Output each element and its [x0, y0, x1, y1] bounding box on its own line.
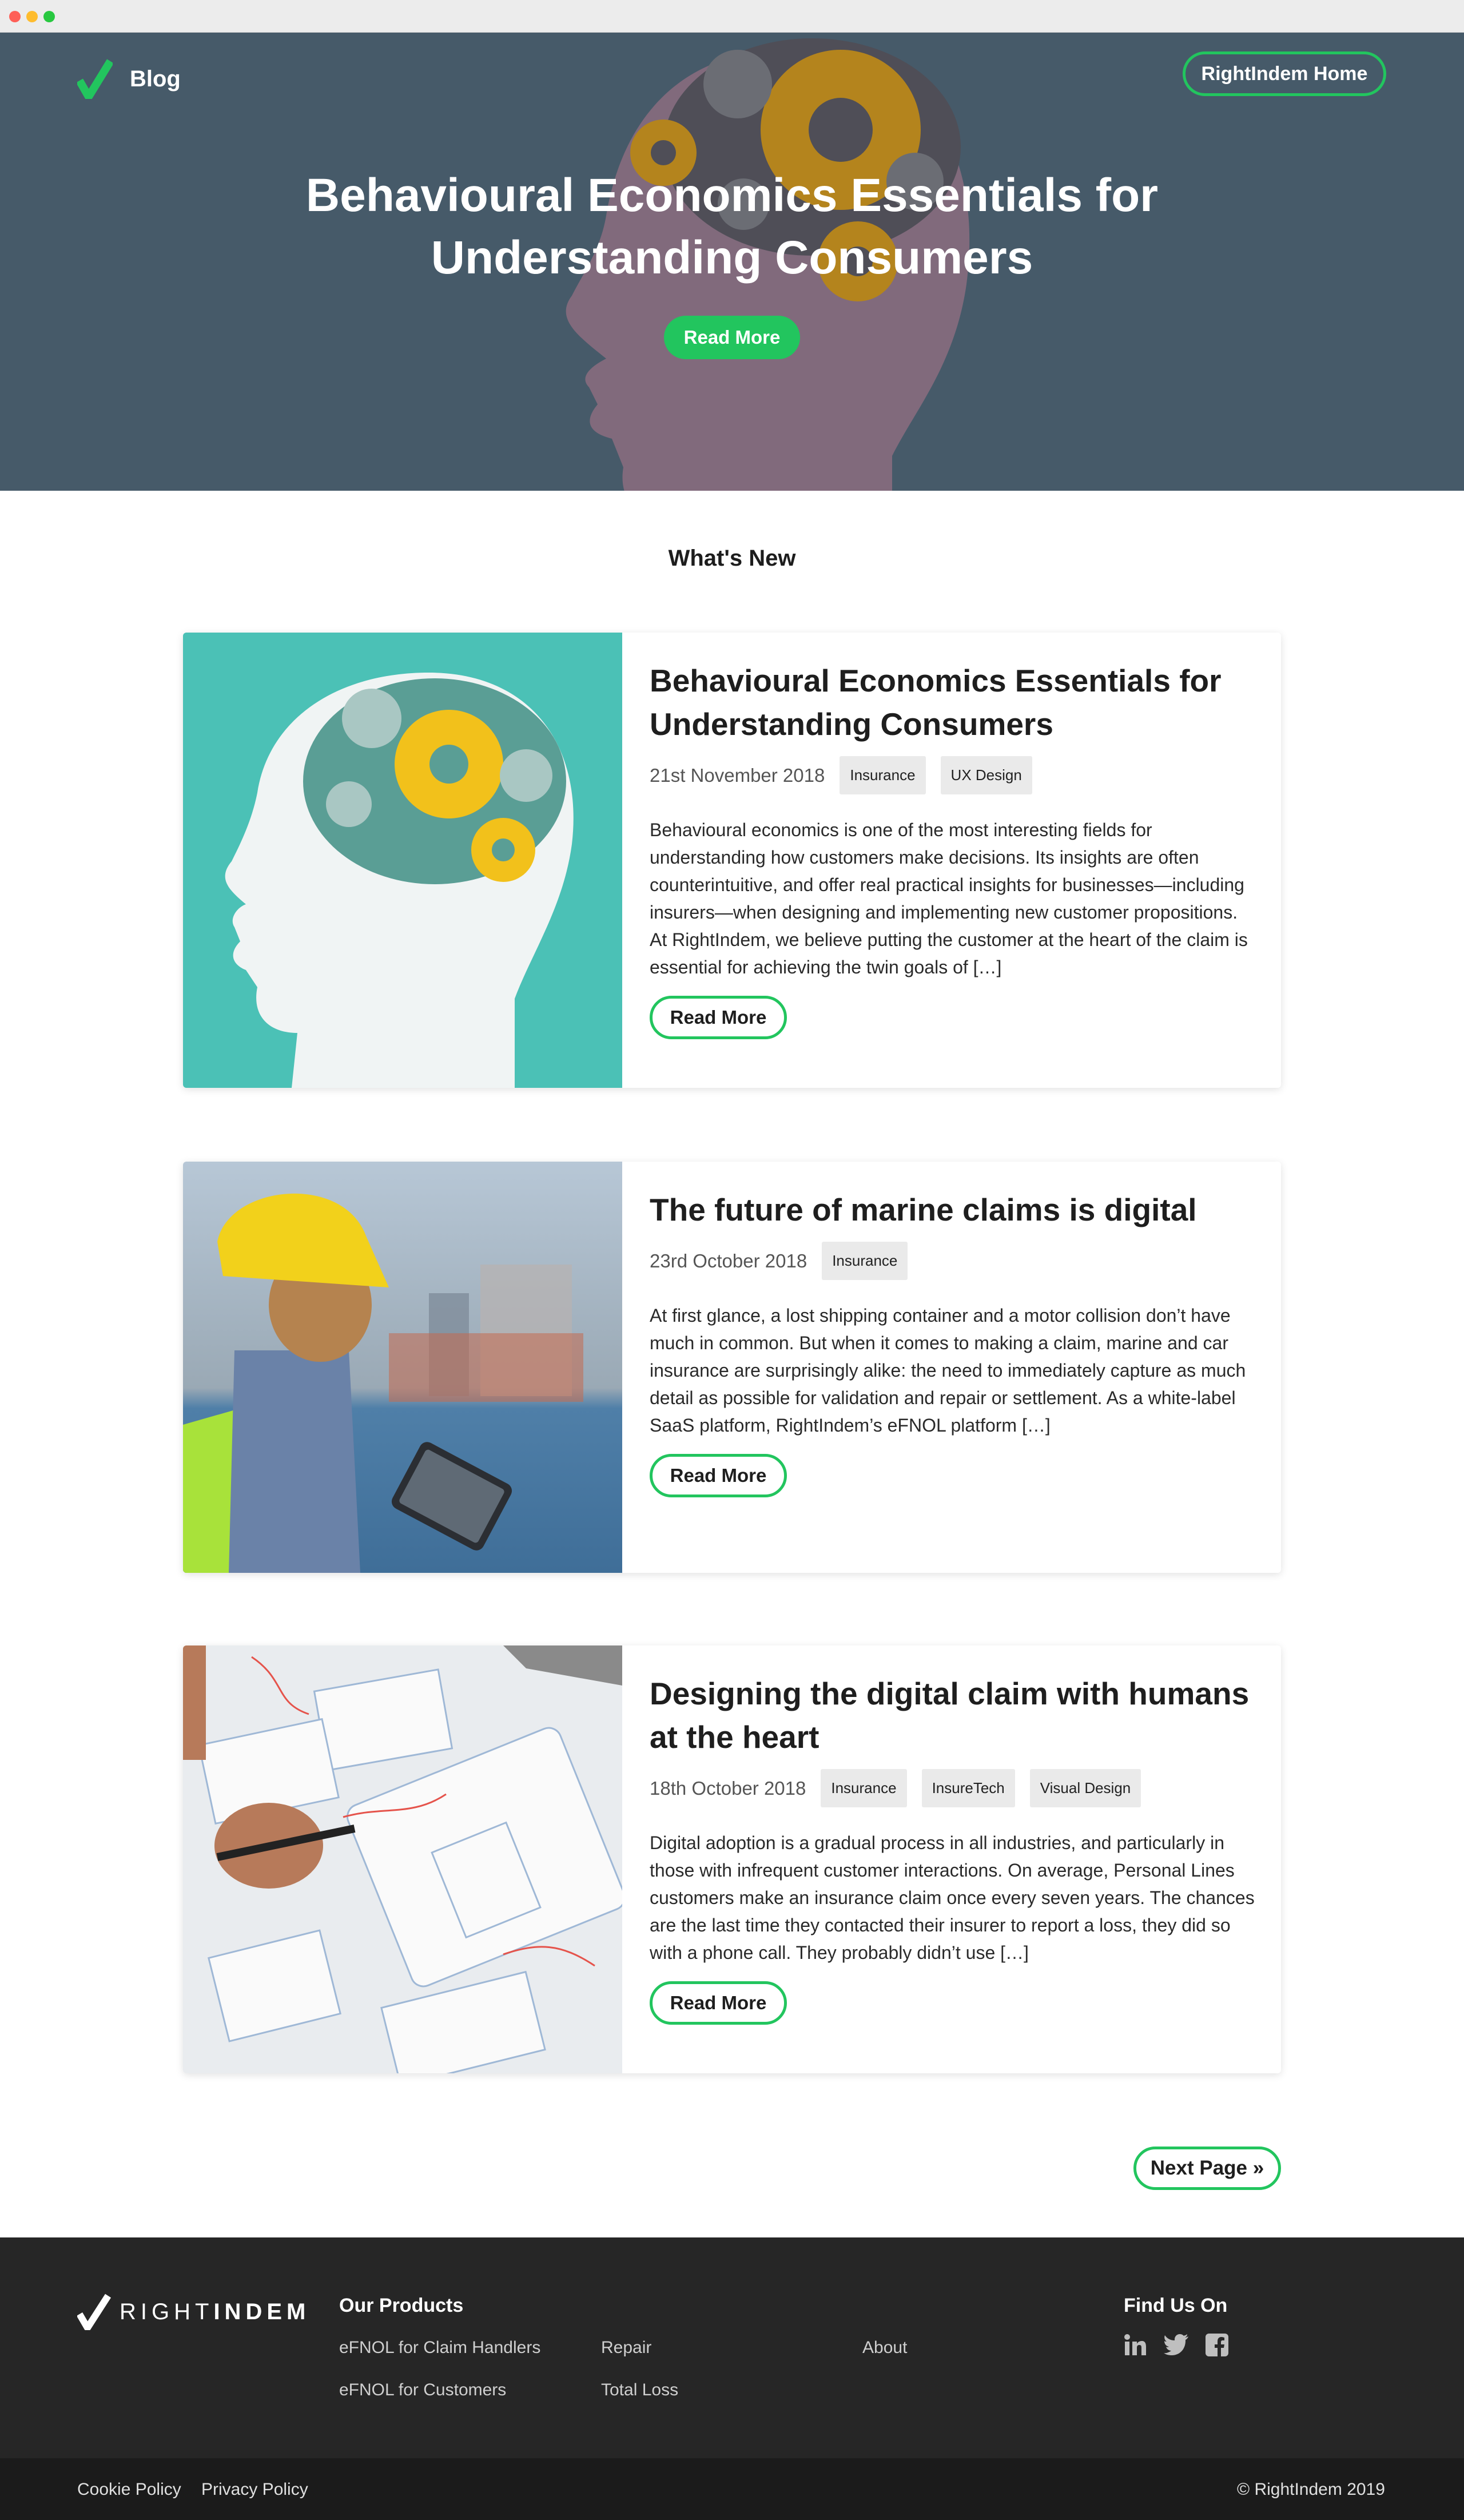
post-image-head-gears[interactable] [183, 633, 622, 1088]
minimize-window-dot[interactable] [26, 11, 38, 22]
footer-bottom-bar: Cookie Policy Privacy Policy © RightInde… [0, 2458, 1464, 2520]
privacy-policy-link[interactable]: Privacy Policy [201, 2480, 308, 2499]
link-efnol-customers[interactable]: eFNOL for Customers [339, 2380, 506, 2400]
post-excerpt: Behavioural economics is one of the most… [650, 820, 1248, 977]
post-excerpt: Digital adoption is a gradual process in… [650, 1833, 1255, 1963]
post-date: 18th October 2018 [650, 1777, 806, 1799]
facebook-icon[interactable] [1206, 2334, 1228, 2356]
rightindem-check-logo-icon [77, 2294, 112, 2330]
post-card: Behavioural Economics Essentials for Und… [183, 633, 1281, 1088]
footer: RIGHTINDEM Our Products eFNOL for Claim … [0, 2237, 1464, 2458]
link-about[interactable]: About [862, 2338, 907, 2358]
products-heading: Our Products [339, 2295, 464, 2316]
footer-logo[interactable]: RIGHTINDEM [77, 2294, 310, 2330]
logo-text-indem: INDEM [213, 2299, 311, 2324]
linkedin-icon[interactable] [1124, 2334, 1147, 2356]
post-title[interactable]: The future of marine claims is digital [650, 1188, 1256, 1231]
post-meta: 18th October 2018 Insurance InsureTech V… [650, 1769, 1256, 1807]
hero-read-more-button[interactable]: Read More [664, 316, 800, 359]
post-card: The future of marine claims is digital 2… [183, 1162, 1281, 1573]
logo-text-right: RIGHT [120, 2299, 214, 2324]
hero-banner: Blog RightIndem Home Behavioural Economi… [0, 33, 1464, 491]
link-efnol-claim-handlers[interactable]: eFNOL for Claim Handlers [339, 2338, 540, 2358]
post-image-wireframe-sketches[interactable] [183, 1645, 622, 2073]
tag-badge[interactable]: InsureTech [921, 1769, 1015, 1807]
post-card: Designing the digital claim with humans … [183, 1645, 1281, 2073]
rightindem-check-logo-icon [77, 59, 113, 99]
read-more-button[interactable]: Read More [650, 1454, 787, 1497]
social-heading: Find Us On [1124, 2295, 1228, 2316]
post-meta: 23rd October 2018 Insurance [650, 1242, 1256, 1280]
maximize-window-dot[interactable] [43, 11, 55, 22]
next-page-button[interactable]: Next Page » [1133, 2147, 1281, 2190]
post-image-marine-worker[interactable] [183, 1162, 622, 1573]
blog-label: Blog [130, 66, 181, 92]
brand[interactable]: Blog [77, 59, 181, 99]
copyright-text: © RightIndem 2019 [1237, 2480, 1385, 2499]
tag-badge[interactable]: Insurance [822, 1242, 908, 1280]
tag-badge[interactable]: UX Design [940, 756, 1032, 794]
close-window-dot[interactable] [9, 11, 21, 22]
post-title[interactable]: Designing the digital claim with humans … [650, 1672, 1256, 1759]
link-repair[interactable]: Repair [601, 2338, 651, 2358]
post-date: 21st November 2018 [650, 764, 825, 786]
tag-badge[interactable]: Insurance [821, 1769, 907, 1807]
read-more-button[interactable]: Read More [650, 1981, 787, 2025]
tag-badge[interactable]: Visual Design [1029, 1769, 1141, 1807]
browser-chrome [0, 0, 1464, 33]
cookie-policy-link[interactable]: Cookie Policy [77, 2480, 181, 2499]
hero-title: Behavioural Economics Essentials for Und… [305, 169, 1159, 284]
post-date: 23rd October 2018 [650, 1250, 807, 1271]
post-excerpt: At first glance, a lost shipping contain… [650, 1305, 1246, 1436]
post-title[interactable]: Behavioural Economics Essentials for Und… [650, 659, 1256, 746]
link-total-loss[interactable]: Total Loss [601, 2380, 678, 2400]
section-title: What's New [668, 546, 796, 571]
tag-badge[interactable]: Insurance [840, 756, 926, 794]
post-meta: 21st November 2018 Insurance UX Design [650, 756, 1256, 794]
twitter-icon[interactable] [1164, 2334, 1189, 2356]
read-more-button[interactable]: Read More [650, 996, 787, 1039]
rightindem-home-button[interactable]: RightIndem Home [1183, 51, 1386, 96]
